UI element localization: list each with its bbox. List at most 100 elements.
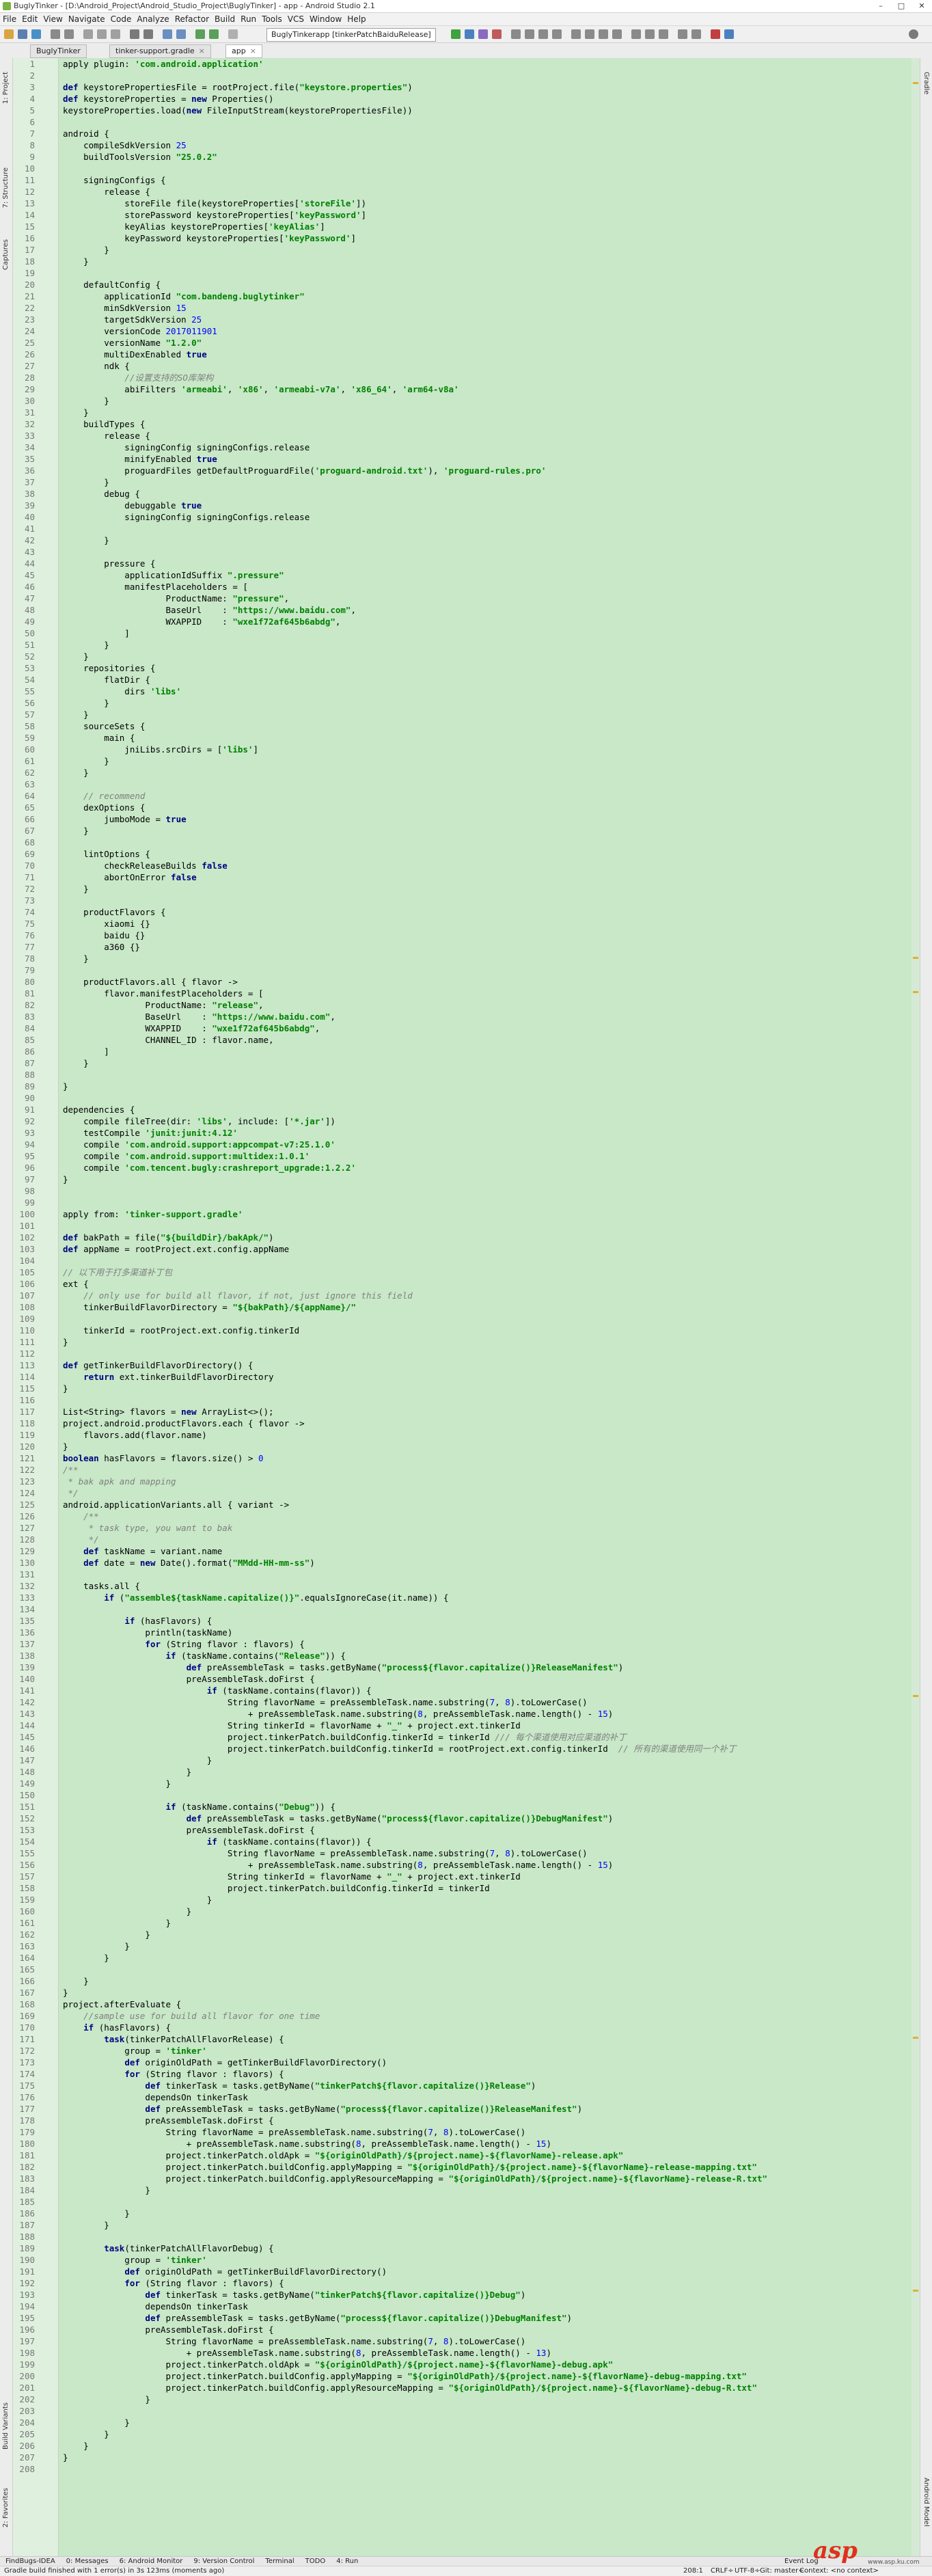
vcs-icon[interactable]: [631, 29, 641, 39]
left-tool-window-bar: 1: Project 7: Structure Captures Build V…: [0, 58, 13, 2556]
code-editor[interactable]: apply plugin: 'com.android.application' …: [59, 58, 918, 2556]
android-icon[interactable]: [711, 29, 720, 39]
close-tab-icon[interactable]: ×: [250, 46, 256, 55]
warning-marker[interactable]: [913, 82, 918, 84]
editor-tabs: BuglyTinker tinker-support.gradle × app ×: [0, 43, 932, 59]
save-icon[interactable]: [18, 29, 27, 39]
status-message: Gradle build finished with 1 error(s) in…: [4, 2567, 225, 2575]
tab-tinker-support-gradle[interactable]: tinker-support.gradle ×: [109, 44, 211, 58]
project-panel-tab[interactable]: 1: Project: [2, 72, 10, 104]
make-project-icon[interactable]: [195, 29, 205, 39]
menu-build[interactable]: Build: [212, 13, 238, 25]
menu-tools[interactable]: Tools: [259, 13, 285, 25]
watermark-logo: asp: [813, 2537, 858, 2564]
tool-button-0-messages[interactable]: 0: Messages: [66, 2557, 109, 2566]
line-separator[interactable]: CRLF÷: [711, 2566, 734, 2576]
layout-icon[interactable]: [691, 29, 701, 39]
captures-panel-tab[interactable]: Captures: [2, 239, 10, 270]
status-bar: Gradle build finished with 1 error(s) in…: [0, 2566, 932, 2576]
avd-manager-icon[interactable]: [525, 29, 534, 39]
right-tool-window-bar: Gradle Android Model: [920, 58, 932, 2556]
window-title: BuglyTinker - [D:\Android_Project\Androi…: [14, 1, 375, 10]
warning-marker[interactable]: [913, 2290, 918, 2292]
main-toolbar: BuglyTinkerapp [tinkerPatchBaiduRelease]: [0, 26, 932, 43]
title-bar: BuglyTinker - [D:\Android_Project\Androi…: [0, 0, 932, 13]
menu-view[interactable]: View: [40, 13, 65, 25]
undo-icon[interactable]: [51, 29, 60, 39]
settings-icon[interactable]: [585, 29, 594, 39]
sync-gradle-icon[interactable]: [511, 29, 521, 39]
tool-icon[interactable]: [678, 29, 687, 39]
open-folder-icon[interactable]: [4, 29, 14, 39]
menu-code[interactable]: Code: [108, 13, 135, 25]
menu-help[interactable]: Help: [344, 13, 368, 25]
close-tab-icon[interactable]: ×: [199, 46, 205, 55]
structure-panel-tab[interactable]: 7: Structure: [2, 167, 10, 208]
menu-bar: File Edit View Navigate Code Analyze Refactor B…: [0, 13, 932, 26]
sync-icon[interactable]: [31, 29, 41, 39]
tool-button-9-version-control[interactable]: 9: Version Control: [193, 2557, 254, 2566]
run-icon[interactable]: [451, 29, 461, 39]
build-icon[interactable]: [209, 29, 219, 39]
project-structure-icon[interactable]: [599, 29, 608, 39]
replace-icon[interactable]: [143, 29, 153, 39]
find-icon[interactable]: [130, 29, 139, 39]
tool-button-6-android-monitor[interactable]: 6: Android Monitor: [120, 2557, 183, 2566]
favorites-panel-tab[interactable]: 2: Favorites: [2, 2488, 10, 2527]
line-numbers: 1 2 3 4 5 6 7 8 9 10 11 12 13 14 15 16 1…: [19, 59, 35, 2474]
run-configuration-select[interactable]: BuglyTinkerapp [tinkerPatchBaiduRelease]: [266, 28, 436, 42]
file-encoding[interactable]: UTF-8÷: [735, 2566, 760, 2576]
code-text[interactable]: apply plugin: 'com.android.application' …: [63, 58, 767, 2463]
search-icon[interactable]: [909, 29, 918, 39]
history-icon[interactable]: [659, 29, 668, 39]
tool-window-buttons: FindBugs-IDEA 0: Messages 6: Android Monit…: [0, 2556, 932, 2566]
back-icon[interactable]: [163, 29, 172, 39]
maximize-icon[interactable]: □: [891, 0, 912, 12]
tool-button-terminal[interactable]: Terminal: [265, 2557, 294, 2566]
android-model-panel-tab[interactable]: Android Model: [922, 2478, 930, 2527]
menu-file[interactable]: File: [0, 13, 19, 25]
menu-analyze[interactable]: Analyze: [134, 13, 172, 25]
android-device-monitor-icon[interactable]: [552, 29, 562, 39]
menu-vcs[interactable]: VCS: [285, 13, 307, 25]
close-icon[interactable]: ✕: [912, 0, 932, 12]
menu-refactor[interactable]: Refactor: [172, 13, 212, 25]
context-indicator[interactable]: Context: <no context>: [799, 2566, 879, 2576]
minimize-icon[interactable]: –: [871, 0, 891, 12]
menu-window[interactable]: Window: [307, 13, 344, 25]
help-icon[interactable]: [724, 29, 734, 39]
terminal-icon[interactable]: [612, 29, 622, 39]
stop-icon[interactable]: [492, 29, 502, 39]
run-config-icon[interactable]: [228, 29, 238, 39]
build-variants-panel-tab[interactable]: Build Variants: [2, 2402, 10, 2450]
tab-app[interactable]: app ×: [225, 44, 262, 58]
warning-marker[interactable]: [913, 991, 918, 993]
debug-icon[interactable]: [465, 29, 474, 39]
attach-debugger-icon[interactable]: [478, 29, 488, 39]
warning-marker[interactable]: [913, 1695, 918, 1697]
forward-icon[interactable]: [176, 29, 186, 39]
structure-icon[interactable]: [571, 29, 581, 39]
line-number-gutter: 1 2 3 4 5 6 7 8 9 10 11 12 13 14 15 16 1…: [13, 58, 59, 2556]
tool-button-4-run[interactable]: 4: Run: [336, 2557, 358, 2566]
android-studio-icon: [3, 2, 11, 10]
update-icon[interactable]: [645, 29, 655, 39]
watermark-url: www.asp.ku.com: [868, 2559, 920, 2566]
git-branch[interactable]: Git: master÷: [760, 2566, 804, 2576]
tool-button-findbugs-idea[interactable]: FindBugs-IDEA: [5, 2557, 55, 2566]
menu-navigate[interactable]: Navigate: [66, 13, 108, 25]
redo-icon[interactable]: [64, 29, 74, 39]
gradle-panel-tab[interactable]: Gradle: [922, 72, 930, 94]
sdk-manager-icon[interactable]: [538, 29, 548, 39]
tab-buglytinker[interactable]: BuglyTinker: [30, 44, 87, 58]
warning-marker[interactable]: [913, 957, 918, 959]
tool-button-todo[interactable]: TODO: [305, 2557, 326, 2566]
editor-scrollbar[interactable]: [912, 58, 920, 2556]
menu-run[interactable]: Run: [238, 13, 259, 25]
caret-position[interactable]: 208:1: [683, 2566, 703, 2576]
paste-icon[interactable]: [111, 29, 120, 39]
menu-edit[interactable]: Edit: [19, 13, 40, 25]
warning-marker[interactable]: [913, 2037, 918, 2039]
copy-icon[interactable]: [97, 29, 107, 39]
cut-icon[interactable]: [83, 29, 93, 39]
